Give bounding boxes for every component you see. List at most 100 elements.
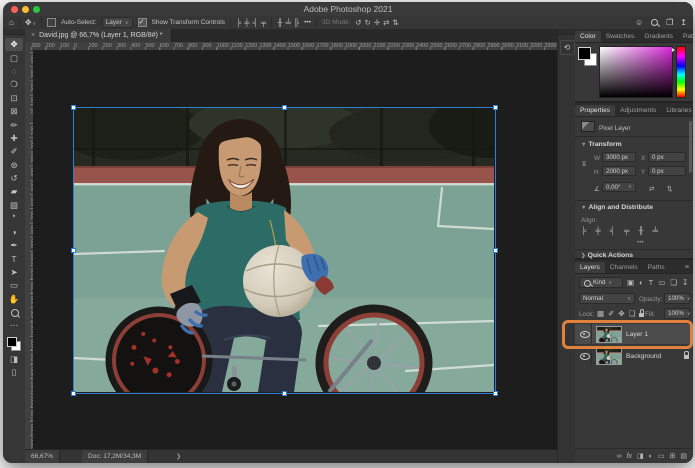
layer-mask-icon[interactable]: ◨ [637, 452, 644, 460]
angle-input[interactable]: 0,00°∨ [602, 182, 636, 192]
marquee-tool[interactable]: ▢ [5, 51, 23, 64]
show-transform-checkbox[interactable] [138, 18, 147, 27]
lock-paint-icon[interactable]: ✐ [608, 310, 614, 318]
flip-vertical-button[interactable]: ⇅ [667, 185, 672, 193]
layer-visibility-toggle[interactable] [579, 346, 592, 366]
layer-name[interactable]: Background [626, 353, 661, 360]
align-right-icon[interactable]: ╡ [253, 19, 258, 27]
eyedropper-tool[interactable]: ✏ [5, 118, 23, 131]
document-tab[interactable]: × David.jpg @ 66,7% (Layer 1, RGB/8#) * [25, 29, 172, 42]
hue-slider-marker[interactable] [672, 48, 675, 52]
lock-position-icon[interactable]: ✥ [618, 310, 624, 318]
layers-menu-icon[interactable]: ≡ [681, 264, 693, 273]
flip-horizontal-button[interactable]: ⇄ [649, 185, 654, 193]
align-right-icon[interactable]: ╡ [610, 227, 615, 235]
smart-object-filter-icon[interactable]: ❏ [670, 279, 677, 287]
search-icon[interactable] [650, 18, 659, 27]
y-input[interactable]: 0 px [648, 166, 686, 176]
fill-dropdown[interactable]: 100%∨ [664, 308, 690, 319]
align-bottom-icon[interactable]: ╧ [653, 227, 658, 235]
layers-tab-channels[interactable]: Channels [605, 262, 643, 273]
color-tab-patterns[interactable]: Patterns [678, 31, 693, 42]
move-tool[interactable]: ✥ [5, 38, 23, 51]
healing-brush-tool[interactable]: ✚ [5, 132, 23, 145]
photo-layer[interactable] [74, 108, 494, 392]
foreground-color-swatch[interactable] [7, 337, 17, 347]
transform-section-header[interactable]: ▼Transform [581, 141, 622, 148]
history-panel-icon[interactable]: ⟲ [560, 40, 575, 55]
color-tab-swatches[interactable]: Swatches [601, 31, 640, 42]
zoom-level-field[interactable]: 66,67% [25, 450, 60, 463]
layers-tab-layers[interactable]: Layers [575, 262, 605, 273]
more-tools[interactable]: ⋯ [5, 319, 23, 332]
lock-artboard-icon[interactable]: ❏ [629, 310, 636, 318]
properties-tab-properties[interactable]: Properties [575, 105, 615, 116]
align-middle-v-icon[interactable]: ╫ [638, 227, 643, 235]
home-icon[interactable]: ⌂ [9, 18, 14, 27]
screen-mode-button[interactable]: ▯ [5, 366, 23, 379]
delete-layer-icon[interactable]: ▤ [680, 452, 687, 460]
gradient-tool[interactable]: ▨ [5, 199, 23, 212]
lasso-tool[interactable]: ◌ [5, 65, 23, 78]
blend-mode-dropdown[interactable]: Normal∨ [579, 293, 635, 304]
3d-scale-icon[interactable]: ⇅ [392, 19, 398, 27]
dodge-tool[interactable]: ◑ [5, 225, 23, 238]
layer-effects-icon[interactable]: fx [627, 453, 632, 460]
3d-pan-icon[interactable]: ✛ [374, 19, 380, 27]
align-top-icon[interactable]: ╤ [624, 227, 629, 235]
pixel-layer-filter-icon[interactable]: ▣ [627, 279, 634, 287]
layer-group-icon[interactable]: ▭ [658, 452, 665, 460]
align-section-header[interactable]: ▼Align and Distribute [581, 204, 653, 211]
layer-thumbnail[interactable] [596, 348, 622, 365]
shape-tool[interactable]: ▭ [5, 279, 23, 292]
align-more-button[interactable]: ••• [637, 239, 644, 246]
color-tab-gradients[interactable]: Gradients [639, 31, 678, 42]
new-layer-icon[interactable]: ⊞ [670, 452, 676, 460]
type-tool[interactable]: T [5, 252, 23, 265]
link-layers-icon[interactable]: ∞ [617, 453, 622, 460]
hand-tool[interactable]: ✋ [5, 292, 23, 305]
opacity-dropdown[interactable]: 100%∨ [664, 293, 690, 304]
account-icon[interactable]: ☺ [635, 18, 643, 27]
quick-mask-button[interactable]: ◨ [5, 353, 23, 366]
height-input[interactable]: 2000 px [602, 166, 636, 176]
blur-tool[interactable]: ❜ [5, 212, 23, 225]
foreground-color-swatch[interactable] [578, 47, 591, 60]
layer-row-layer-1[interactable]: Layer 1 [575, 324, 693, 344]
saturation-field[interactable] [599, 46, 673, 98]
align-middle-v-icon[interactable]: ╫ [277, 19, 282, 27]
layer-thumbnail[interactable] [596, 326, 622, 343]
layer-visibility-toggle[interactable] [579, 324, 592, 344]
workspace-switcher-icon[interactable]: ❐ [666, 18, 673, 27]
color-tab-color[interactable]: Color [575, 31, 601, 42]
3d-slide-icon[interactable]: ⇄ [383, 19, 389, 27]
close-tab-icon[interactable]: × [31, 32, 35, 39]
adjustment-layer-icon[interactable]: ◐ [649, 453, 653, 460]
status-options-chevron[interactable]: ❯ [176, 453, 181, 460]
properties-tab-libraries[interactable]: Libraries [661, 105, 693, 116]
layers-tab-paths[interactable]: Paths [643, 262, 670, 273]
align-bottom-icon[interactable]: ╧ [286, 19, 291, 27]
layer-filter-dropdown[interactable]: Kind∨ [579, 277, 623, 288]
align-top-icon[interactable]: ╤ [261, 19, 266, 27]
crop-tool[interactable]: ⊡ [5, 92, 23, 105]
x-input[interactable]: 0 px [648, 152, 686, 162]
zoom-tool[interactable] [5, 306, 23, 319]
link-dimensions-icon[interactable]: ∞ [580, 161, 589, 166]
quick-actions-header[interactable]: ❯Quick Actions [581, 252, 633, 259]
auto-select-checkbox[interactable] [47, 18, 56, 27]
pen-tool[interactable]: ✒ [5, 239, 23, 252]
lock-transparent-icon[interactable]: ▦ [597, 310, 604, 318]
shape-layer-filter-icon[interactable]: ▭ [658, 279, 665, 287]
align-left-icon[interactable]: ╞ [581, 227, 586, 235]
quick-selection-tool[interactable]: ❍ [5, 78, 23, 91]
adjustment-layer-filter-icon[interactable]: ◐ [639, 279, 644, 287]
history-brush-tool[interactable]: ↺ [5, 172, 23, 185]
layer-row-background[interactable]: Background [575, 346, 693, 366]
canvas[interactable] [33, 50, 557, 450]
properties-scrollbar[interactable] [689, 121, 692, 173]
lock-all-icon[interactable] [639, 309, 644, 319]
type-layer-filter-icon[interactable]: T [649, 279, 654, 287]
3d-roll-icon[interactable]: ↻ [365, 19, 371, 27]
clone-stamp-tool[interactable]: ⊛ [5, 159, 23, 172]
